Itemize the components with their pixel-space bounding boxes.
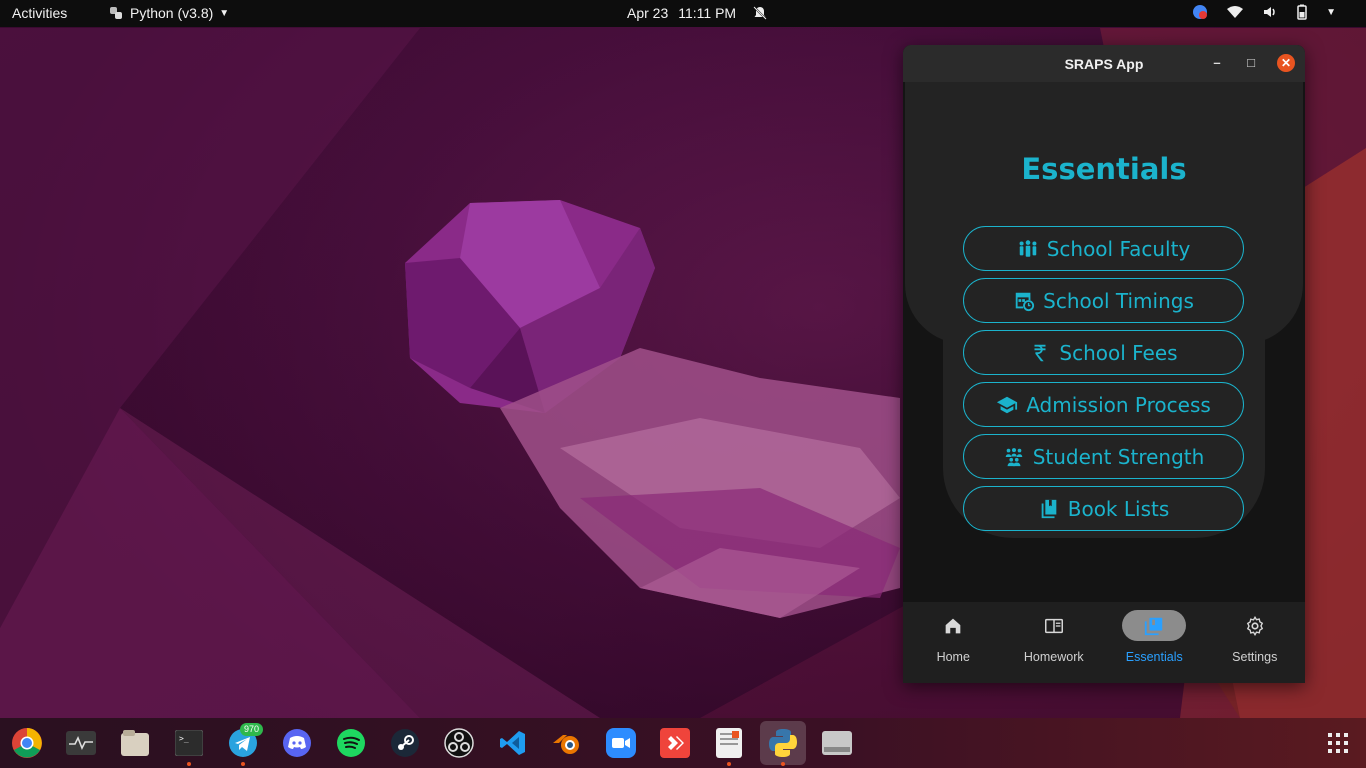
people-group-icon <box>1019 239 1037 257</box>
steam-icon[interactable] <box>388 726 422 760</box>
running-indicator <box>241 762 245 766</box>
student-strength-button[interactable]: Student Strength <box>963 434 1244 479</box>
close-button[interactable]: ✕ <box>1277 54 1295 72</box>
sraps-app-window: SRAPS App – □ ✕ Essentials School Facult… <box>903 45 1305 683</box>
files-icon[interactable] <box>118 726 152 760</box>
nav-settings-indicator <box>1223 610 1287 641</box>
books-icon <box>1041 499 1057 518</box>
nav-essentials[interactable]: Essentials <box>1104 602 1205 683</box>
python-app-icon[interactable] <box>760 721 806 765</box>
maximize-button[interactable]: □ <box>1242 54 1260 72</box>
blender-icon[interactable] <box>550 726 584 760</box>
running-indicator <box>187 762 191 766</box>
clock-date: Apr 23 <box>627 5 669 21</box>
admission-process-button[interactable]: Admission Process <box>963 382 1244 427</box>
python-icon <box>110 7 122 19</box>
chevron-down-icon[interactable]: ▼ <box>1326 7 1336 18</box>
button-label: School Faculty <box>1046 236 1191 261</box>
school-timings-button[interactable]: School Timings <box>963 278 1244 323</box>
terminal-icon[interactable]: >_ <box>172 726 206 760</box>
nav-home-indicator <box>921 610 985 641</box>
book-lists-button[interactable]: Book Lists <box>963 486 1244 531</box>
bottom-navigation: Home Homework Essentials Settings <box>903 602 1305 683</box>
disk-icon[interactable] <box>820 726 854 760</box>
nav-homework-indicator <box>1022 610 1086 641</box>
nav-essentials-indicator <box>1122 610 1187 641</box>
graduation-cap-icon <box>997 396 1018 413</box>
nav-settings[interactable]: Settings <box>1205 602 1306 683</box>
wifi-icon[interactable] <box>1226 4 1244 20</box>
notifications-off-icon <box>753 6 767 20</box>
school-fees-button[interactable]: School Fees <box>963 330 1244 375</box>
anydesk-icon[interactable] <box>658 726 692 760</box>
button-label: School Fees <box>1059 340 1178 365</box>
students-icon <box>1005 447 1022 466</box>
collections-icon <box>1145 617 1163 635</box>
volume-icon[interactable] <box>1262 4 1278 20</box>
essentials-button-list: School Faculty School Timings School Fee… <box>963 226 1244 538</box>
chrome-icon[interactable] <box>10 726 44 760</box>
nav-label: Settings <box>1232 650 1278 664</box>
button-label: School Timings <box>1043 288 1194 313</box>
show-apps-icon[interactable] <box>1328 733 1348 753</box>
school-faculty-button[interactable]: School Faculty <box>963 226 1244 271</box>
essentials-screen: Essentials School Faculty School Timings… <box>903 82 1305 602</box>
button-label: Book Lists <box>1067 496 1170 521</box>
notification-badge: 970 <box>240 723 264 736</box>
calendar-clock-icon <box>1015 292 1035 311</box>
system-tray[interactable]: ▼ <box>1192 4 1336 20</box>
button-label: Admission Process <box>1026 392 1211 417</box>
discord-icon[interactable] <box>280 726 314 760</box>
top-bar: Activities Python (v3.8) ▼ Apr 23 11:11 … <box>0 0 1366 27</box>
app-menu[interactable]: Python (v3.8) ▼ <box>108 5 229 21</box>
battery-icon[interactable] <box>1296 4 1308 20</box>
running-indicator <box>781 762 785 766</box>
chrome-indicator-icon[interactable] <box>1192 4 1208 20</box>
system-monitor-icon[interactable] <box>64 726 98 760</box>
nav-home[interactable]: Home <box>903 602 1004 683</box>
rupee-icon <box>1034 344 1046 361</box>
nav-label: Essentials <box>1125 650 1183 664</box>
obs-icon[interactable] <box>442 726 476 760</box>
minimize-button[interactable]: – <box>1208 54 1226 72</box>
gear-icon <box>1246 615 1263 636</box>
spotify-icon[interactable] <box>334 726 368 760</box>
chevron-down-icon: ▼ <box>219 7 230 19</box>
nav-label: Home <box>936 650 970 664</box>
window-titlebar[interactable]: SRAPS App – □ ✕ <box>903 45 1305 82</box>
page-title: Essentials <box>1021 152 1187 186</box>
text-editor-icon[interactable] <box>712 726 746 760</box>
app-menu-label: Python (v3.8) <box>130 5 214 21</box>
vscode-icon[interactable] <box>496 726 530 760</box>
nav-label: Homework <box>1023 650 1084 664</box>
running-indicator <box>727 762 731 766</box>
activities-button[interactable]: Activities <box>12 5 67 21</box>
book-open-icon <box>1044 618 1063 633</box>
home-icon <box>945 618 961 633</box>
dock: >_ <box>0 718 1366 768</box>
clock[interactable]: Apr 23 11:11 PM <box>627 5 768 21</box>
nav-homework[interactable]: Homework <box>1004 602 1105 683</box>
svg-text:>_: >_ <box>179 734 189 743</box>
zoom-icon[interactable] <box>604 726 638 760</box>
clock-time: 11:11 PM <box>678 5 737 21</box>
button-label: Student Strength <box>1032 444 1205 469</box>
